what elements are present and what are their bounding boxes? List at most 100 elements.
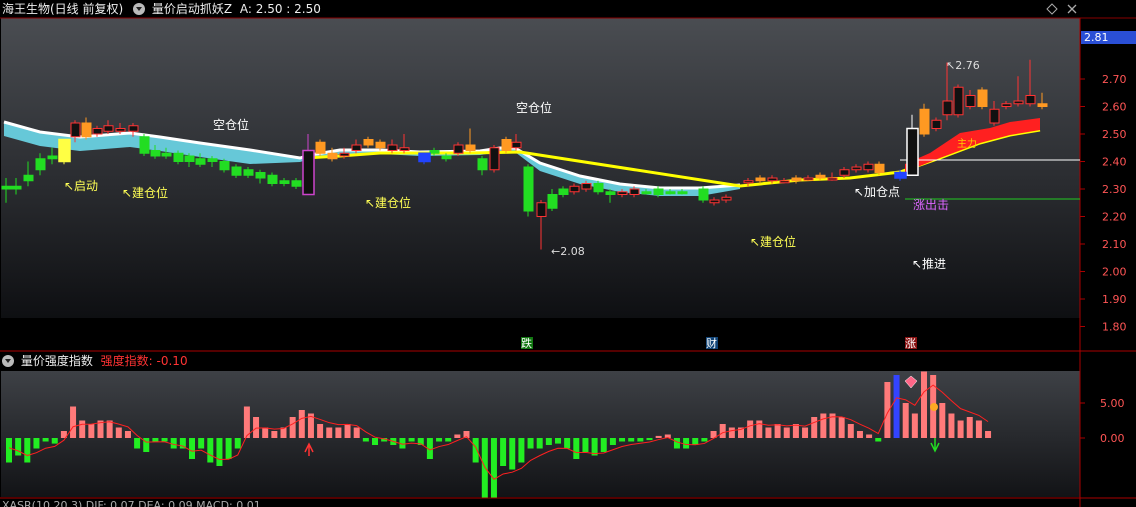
strength-bar bbox=[253, 417, 260, 438]
strength-bar bbox=[33, 438, 40, 449]
candlestick[interactable] bbox=[315, 139, 326, 157]
strength-bar bbox=[838, 417, 845, 438]
strength-bar bbox=[747, 420, 754, 438]
strength-bar bbox=[893, 375, 900, 438]
annotation-kongcang-1: 空仓位 bbox=[213, 117, 249, 132]
strength-bar bbox=[875, 438, 882, 442]
strength-bar bbox=[847, 424, 854, 438]
strength-bar bbox=[655, 435, 662, 438]
strength-bar bbox=[372, 438, 378, 445]
strength-bar bbox=[106, 420, 113, 438]
strength-bar bbox=[939, 403, 946, 438]
strength-bar bbox=[225, 438, 232, 459]
strength-bar bbox=[966, 417, 973, 438]
annotation-jiancang-1: ↖建仓位 bbox=[122, 185, 168, 200]
candlestick[interactable] bbox=[953, 84, 964, 118]
candlestick[interactable] bbox=[139, 134, 150, 156]
strength-bar bbox=[811, 417, 818, 438]
strength-bar bbox=[683, 438, 690, 449]
annotation-zhangchuji: 涨出击 bbox=[913, 197, 949, 212]
strength-bar bbox=[88, 424, 95, 438]
strength-bar bbox=[198, 438, 205, 449]
strength-bar bbox=[335, 427, 342, 438]
main-price-chart[interactable]: 2.70 2.60 2.50 2.40 2.30 2.20 2.10 2.00 1.90 1.80… bbox=[0, 0, 1136, 352]
strength-bar bbox=[573, 438, 580, 459]
strength-bar bbox=[902, 403, 909, 438]
strength-bar bbox=[15, 438, 22, 456]
sub-axis-tick-label: 0.00 bbox=[1100, 432, 1125, 445]
strength-bar bbox=[189, 438, 195, 459]
strength-bar bbox=[774, 424, 781, 438]
person-signal-icon bbox=[930, 403, 938, 411]
strength-bar bbox=[408, 438, 415, 442]
candlestick[interactable] bbox=[977, 87, 988, 110]
strength-bar bbox=[756, 420, 763, 438]
strength-bar bbox=[985, 431, 992, 438]
price-axis-tick-label: 1.90 bbox=[1102, 293, 1127, 306]
strength-bar bbox=[509, 438, 516, 470]
signal-candlestick[interactable] bbox=[58, 138, 71, 165]
candlestick[interactable] bbox=[489, 145, 500, 173]
strength-bar bbox=[866, 434, 873, 438]
sub-axis-tick-label: 5.00 bbox=[1100, 397, 1125, 410]
strength-bar bbox=[646, 438, 653, 441]
strength-bar bbox=[207, 438, 214, 463]
strength-bar bbox=[79, 420, 86, 438]
price-axis-tick-label: 1.80 bbox=[1102, 321, 1127, 334]
price-low-label: ←2.08 bbox=[551, 245, 585, 258]
strength-bar bbox=[719, 424, 726, 438]
candlestick[interactable] bbox=[523, 164, 534, 217]
price-axis-tick-label: 2.70 bbox=[1102, 73, 1127, 86]
strength-bar bbox=[802, 427, 809, 438]
strength-bar bbox=[289, 417, 296, 438]
sub-plot-background bbox=[1, 371, 1080, 497]
strength-bar bbox=[582, 438, 589, 452]
strength-bar bbox=[216, 438, 223, 466]
strength-bar bbox=[472, 438, 479, 463]
annotation-jiacang: ↖加仓点 bbox=[854, 185, 900, 199]
strength-index-chart[interactable]: 5.00 0.00 bbox=[0, 352, 1136, 507]
price-axis-tick-label: 2.30 bbox=[1102, 183, 1127, 196]
price-axis-tick-label: 2.50 bbox=[1102, 128, 1127, 141]
strength-bar bbox=[124, 431, 131, 438]
strength-bar bbox=[362, 438, 369, 442]
strength-bar bbox=[545, 438, 552, 445]
strength-bar bbox=[564, 438, 571, 449]
candlestick[interactable] bbox=[698, 186, 709, 203]
price-axis-tick-label: 2.60 bbox=[1102, 101, 1127, 114]
strength-bar bbox=[911, 413, 918, 438]
strength-bar bbox=[262, 427, 269, 438]
strength-bar bbox=[51, 438, 58, 444]
strength-bar bbox=[948, 413, 955, 438]
strength-bar bbox=[609, 438, 616, 445]
annotation-zhuli: 主力 bbox=[957, 137, 977, 150]
strength-bar bbox=[298, 410, 305, 438]
candlestick[interactable] bbox=[501, 136, 512, 154]
stock-chart-window: 海王生物(日线 前复权) 量价启动抓妖Z A: 2.50 : 2.50 2.70… bbox=[0, 0, 1136, 507]
strength-bar bbox=[344, 424, 351, 438]
price-axis-tick-label: 2.10 bbox=[1102, 238, 1127, 251]
strength-bar bbox=[637, 438, 644, 442]
strength-bar bbox=[161, 438, 168, 442]
strength-bar bbox=[500, 438, 507, 466]
strength-bar bbox=[234, 438, 241, 449]
strength-bar bbox=[820, 413, 827, 438]
strength-bar bbox=[42, 438, 49, 442]
price-axis-tick-label: 2.40 bbox=[1102, 156, 1127, 169]
strength-bar bbox=[628, 438, 635, 442]
strength-bar bbox=[536, 438, 543, 449]
strength-bar bbox=[317, 424, 324, 438]
strength-bar bbox=[115, 427, 122, 438]
strength-bar bbox=[555, 438, 561, 444]
marker-cai: 财 bbox=[706, 336, 717, 350]
bottom-indicator-header: XASR(10,20,3) DIF: 0.07 DEA: 0.09 MACD: … bbox=[2, 499, 261, 507]
price-axis-tick-label: 2.20 bbox=[1102, 211, 1127, 224]
strength-bar bbox=[170, 438, 177, 449]
price-axis-tick-label: 2.00 bbox=[1102, 266, 1127, 279]
strength-bar bbox=[134, 438, 141, 449]
strength-bar bbox=[728, 427, 735, 438]
marker-zhang: 涨 bbox=[905, 337, 916, 350]
annotation-jiancang-3: ↖建仓位 bbox=[750, 234, 796, 249]
strength-bar bbox=[326, 427, 333, 438]
strength-bar bbox=[490, 438, 497, 498]
